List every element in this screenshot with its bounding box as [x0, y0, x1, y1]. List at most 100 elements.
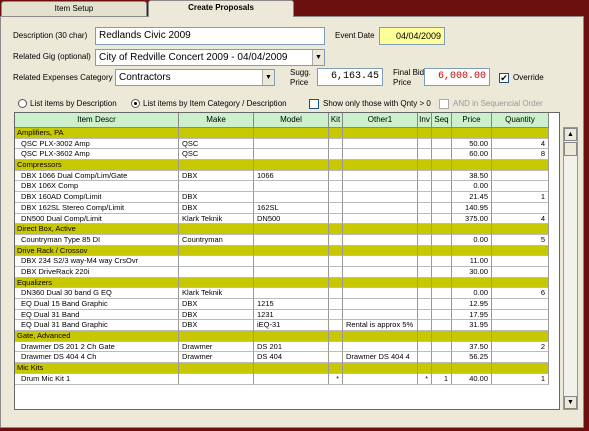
cell-make[interactable] [179, 256, 254, 267]
cell-quantity[interactable]: 2 [492, 341, 549, 353]
cell-seq[interactable] [432, 138, 452, 150]
cell-kit[interactable] [329, 192, 343, 203]
tab-create-proposals[interactable]: Create Proposals [148, 0, 294, 17]
cell-inv[interactable] [418, 256, 432, 267]
cell-inv[interactable] [418, 234, 432, 246]
cell-price[interactable]: 50.00 [452, 138, 492, 150]
cell-seq[interactable] [432, 256, 452, 267]
cell-inv[interactable] [418, 192, 432, 203]
cell-make[interactable]: DBX [179, 309, 254, 321]
table-row[interactable]: DBX DriveRack 220i 30.00 [15, 266, 549, 278]
cell-make[interactable] [179, 181, 254, 193]
cell-kit[interactable] [329, 234, 343, 246]
table-row[interactable]: EQ Dual 31 Band Graphic DBX iEQ-31 Rental i… [15, 320, 549, 332]
cell-model[interactable] [254, 192, 329, 203]
cell-inv[interactable] [418, 181, 432, 193]
category-row[interactable]: Compressors [15, 160, 549, 171]
cell-seq[interactable] [432, 149, 452, 161]
cell-inv[interactable] [418, 213, 432, 225]
col-header-price[interactable]: Price [452, 113, 492, 128]
list-by-category-radio[interactable] [131, 99, 140, 108]
cell-inv[interactable] [418, 202, 432, 214]
cell-seq[interactable]: 1 [432, 373, 452, 385]
cell-item-descr[interactable]: DBX DriveRack 220i [15, 266, 179, 278]
final-bid-field[interactable]: 6,000.00 [424, 68, 490, 86]
cell-quantity[interactable]: 1 [492, 373, 549, 385]
cell-inv[interactable] [418, 266, 432, 278]
cell-item-descr[interactable]: DBX 160AD Comp/Limit [15, 192, 179, 203]
cell-price[interactable]: 0.00 [452, 181, 492, 193]
cell-price[interactable]: 40.00 [452, 373, 492, 385]
cell-quantity[interactable] [492, 181, 549, 193]
cell-price[interactable]: 56.25 [452, 352, 492, 364]
cell-quantity[interactable] [492, 170, 549, 182]
cell-quantity[interactable] [492, 352, 549, 364]
cell-model[interactable] [254, 266, 329, 278]
col-header-quantity[interactable]: Quantity [492, 113, 549, 128]
cell-make[interactable]: Klark Teknik [179, 213, 254, 225]
category-row[interactable]: Amplifiers, PA [15, 128, 549, 139]
cell-inv[interactable] [418, 299, 432, 310]
table-row[interactable]: Drawmer DS 201 2 Ch Gate Drawmer DS 201 37.… [15, 341, 549, 353]
cell-seq[interactable] [432, 234, 452, 246]
cell-model[interactable] [254, 234, 329, 246]
cell-inv[interactable] [418, 309, 432, 321]
cell-make[interactable]: Countryman [179, 234, 254, 246]
cell-make[interactable]: DBX [179, 299, 254, 310]
cell-model[interactable] [254, 373, 329, 385]
cell-kit[interactable] [329, 352, 343, 364]
cell-inv[interactable] [418, 149, 432, 161]
cell-model[interactable]: 162SL [254, 202, 329, 214]
cell-inv[interactable] [418, 352, 432, 364]
table-row[interactable]: DBX 162SL Stereo Comp/Limit DBX 162SL 140.9… [15, 202, 549, 214]
cell-price[interactable]: 12.95 [452, 299, 492, 310]
cell-quantity[interactable]: 4 [492, 213, 549, 225]
table-row[interactable]: DBX 1066 Dual Comp/Lim/Gate DBX 1066 38.50 [15, 170, 549, 182]
scroll-thumb[interactable] [564, 142, 577, 156]
cell-seq[interactable] [432, 352, 452, 364]
scroll-down-icon[interactable]: ▼ [564, 396, 577, 409]
cell-other1[interactable] [343, 181, 418, 193]
cell-price[interactable]: 140.95 [452, 202, 492, 214]
cell-kit[interactable] [329, 149, 343, 161]
cell-model[interactable]: 1231 [254, 309, 329, 321]
cell-price[interactable]: 31.95 [452, 320, 492, 332]
sequential-order-checkbox[interactable] [439, 99, 449, 109]
show-only-qnty-checkbox[interactable] [309, 99, 319, 109]
cell-model[interactable]: DS 404 [254, 352, 329, 364]
cell-other1[interactable] [343, 149, 418, 161]
tab-item-setup[interactable]: Item Setup [1, 1, 147, 17]
cell-item-descr[interactable]: Drum Mic Kit 1 [15, 373, 179, 385]
related-expenses-select[interactable]: Contractors ▼ [115, 69, 275, 86]
related-gig-select[interactable]: City of Redville Concert 2009 - 04/04/20… [95, 49, 325, 66]
table-row[interactable]: DN500 Dual Comp/Limit Klark Teknik DN500 37… [15, 213, 549, 225]
cell-kit[interactable] [329, 288, 343, 299]
cell-model[interactable]: iEQ-31 [254, 320, 329, 332]
cell-price[interactable]: 17.95 [452, 309, 492, 321]
cell-kit[interactable] [329, 341, 343, 353]
cell-kit[interactable]: * [329, 373, 343, 385]
cell-other1[interactable] [343, 341, 418, 353]
cell-price[interactable]: 11.00 [452, 256, 492, 267]
cell-item-descr[interactable]: EQ Dual 31 Band [15, 309, 179, 321]
col-header-model[interactable]: Model [254, 113, 329, 128]
cell-price[interactable]: 0.00 [452, 234, 492, 246]
col-header-make[interactable]: Make [179, 113, 254, 128]
cell-item-descr[interactable]: DBX 162SL Stereo Comp/Limit [15, 202, 179, 214]
cell-item-descr[interactable]: DBX 234 S2/3 way-M4 way CrsOvr [15, 256, 179, 267]
table-row[interactable]: DBX 160AD Comp/Limit DBX 21.45 1 [15, 192, 549, 203]
cell-seq[interactable] [432, 320, 452, 332]
cell-seq[interactable] [432, 213, 452, 225]
table-row[interactable]: EQ Dual 15 Band Graphic DBX 1215 12.95 [15, 299, 549, 310]
cell-item-descr[interactable]: DBX 1066 Dual Comp/Lim/Gate [15, 170, 179, 182]
col-header-item-descr[interactable]: Item Descr [15, 113, 179, 128]
table-row[interactable]: QSC PLX-3602 Amp QSC 60.00 8 [15, 149, 549, 161]
cell-model[interactable]: DS 201 [254, 341, 329, 353]
cell-quantity[interactable] [492, 309, 549, 321]
cell-item-descr[interactable]: EQ Dual 15 Band Graphic [15, 299, 179, 310]
cell-seq[interactable] [432, 341, 452, 353]
category-row[interactable]: Equalizers [15, 277, 549, 289]
cell-item-descr[interactable]: Drawmer DS 201 2 Ch Gate [15, 341, 179, 353]
cell-other1[interactable] [343, 234, 418, 246]
cell-seq[interactable] [432, 170, 452, 182]
